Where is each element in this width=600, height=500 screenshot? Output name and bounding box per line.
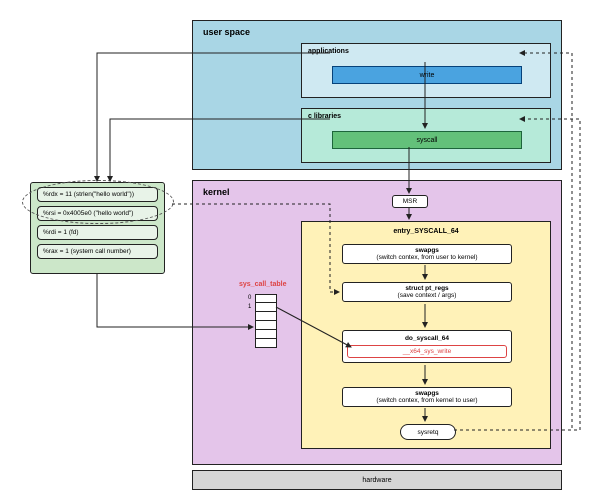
kernel-title: kernel <box>203 187 230 197</box>
sct-label: sys_call_table <box>239 281 286 288</box>
msr-box: MSR <box>392 195 428 208</box>
sysretq-box: sysretq <box>400 424 456 440</box>
sct-idx1: 1 <box>248 304 251 310</box>
syscall-box: syscall <box>332 131 522 149</box>
clibs-label: c libraries <box>308 113 341 120</box>
reg-rdi: %rdi = 1 (fd) <box>37 225 158 240</box>
entry-syscall-box: entry_SYSCALL_64 swapgs (switch contex, … <box>301 221 551 449</box>
regs-ellipse <box>22 180 174 224</box>
ptregs-sub: (save context / args) <box>347 292 507 299</box>
reg-rax: %rax = 1 (system call number) <box>37 244 158 259</box>
write-box: write <box>332 66 522 84</box>
applications-box: applications write <box>301 43 551 98</box>
do-syscall-box: do_syscall_64 __x64_sys_write <box>342 330 512 363</box>
userspace-box: user space applications write c librarie… <box>192 20 562 170</box>
x64-sys-write: __x64_sys_write <box>347 345 507 358</box>
sct-table <box>255 294 277 348</box>
ptregs-box: struct pt_regs (save context / args) <box>342 282 512 302</box>
clibs-box: c libraries syscall <box>301 108 551 163</box>
hardware-box: hardware <box>192 470 562 490</box>
swapgs-out-title: swapgs <box>347 390 507 397</box>
swapgs-in-sub: (switch contex, from user to kernel) <box>347 254 507 261</box>
swapgs-in-box: swapgs (switch contex, from user to kern… <box>342 244 512 264</box>
ptregs-title: struct pt_regs <box>347 285 507 292</box>
swapgs-in-title: swapgs <box>347 247 507 254</box>
kernel-box: kernel MSR entry_SYSCALL_64 swapgs (swit… <box>192 180 562 465</box>
swapgs-out-box: swapgs (switch contex, from kernel to us… <box>342 387 512 407</box>
do-syscall-title: do_syscall_64 <box>347 335 507 342</box>
hardware-label: hardware <box>362 477 391 484</box>
applications-label: applications <box>308 48 349 55</box>
entry-title: entry_SYSCALL_64 <box>302 228 550 235</box>
swapgs-out-sub: (switch contex, from kernel to user) <box>347 397 507 404</box>
sct-idx0: 0 <box>248 295 251 301</box>
userspace-title: user space <box>203 27 250 37</box>
